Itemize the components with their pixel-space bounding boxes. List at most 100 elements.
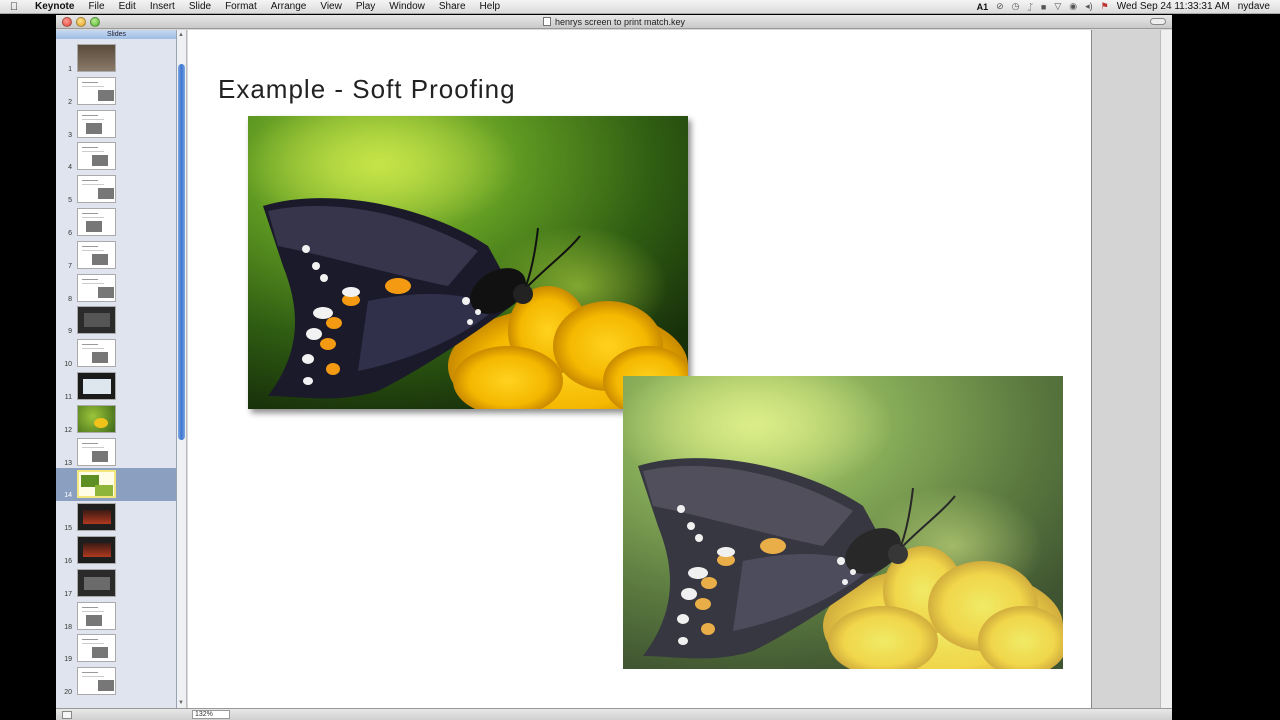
slide-number: 17 [64, 590, 72, 598]
menu-help[interactable]: Help [473, 0, 508, 14]
navigator-header[interactable]: Slides [56, 30, 176, 39]
slide-thumbnail[interactable] [77, 175, 116, 204]
slide-thumbnail[interactable] [77, 339, 116, 368]
slide-thumbnail[interactable] [77, 634, 116, 663]
slide-thumbnail[interactable] [77, 503, 116, 532]
slide-thumbnail-row[interactable]: 14 [56, 468, 176, 502]
slide-navigator: Slides 1 2 3 4 5 6 7 8 9 10 11 12 13 14 15 16 17 18 19 20 [56, 30, 177, 720]
slide-number: 5 [68, 197, 72, 205]
navigator-scrollbar[interactable]: ▲ ▼ [177, 30, 187, 720]
time-machine-icon[interactable]: ◷ [1012, 1, 1020, 12]
scroll-down-icon[interactable]: ▼ [178, 700, 184, 706]
menu-file[interactable]: File [81, 0, 111, 14]
slide-thumbnail[interactable] [77, 667, 116, 696]
navigator-scroll-thumb[interactable] [178, 64, 185, 440]
butterfly-photo-soft-proof[interactable] [623, 376, 1063, 669]
slide-thumbnail-row[interactable]: 20 [56, 665, 176, 698]
slide-thumbnail[interactable] [77, 437, 116, 466]
slide-thumbnail[interactable] [77, 208, 116, 236]
clock[interactable]: Wed Sep 24 11:33:31 AM [1117, 1, 1230, 12]
slide-thumbnail-row[interactable]: 6 [56, 206, 176, 239]
slide-thumbnail[interactable] [77, 536, 116, 564]
scroll-up-icon[interactable]: ▲ [178, 32, 184, 38]
slide-thumbnail[interactable] [77, 44, 116, 72]
slide-thumbnail[interactable] [77, 273, 116, 302]
lock-icon[interactable]: ■ [1041, 2, 1046, 12]
flag-icon[interactable]: ⚑ [1101, 1, 1109, 12]
butterfly-photo-original[interactable] [248, 116, 688, 409]
slide-thumbnail-row[interactable]: 19 [56, 632, 176, 665]
menu-keynote[interactable]: Keynote [28, 0, 81, 14]
slide-number: 18 [64, 623, 72, 631]
menu-arrange[interactable]: Arrange [264, 0, 314, 14]
slide-thumbnail-row[interactable]: 1 [56, 42, 176, 75]
slide-thumbnail-row[interactable]: 8 [56, 272, 176, 305]
bluetooth-icon[interactable]: ᛢ [1027, 2, 1032, 12]
slide-title[interactable]: Example - Soft Proofing [218, 74, 516, 105]
menu-insert[interactable]: Insert [143, 0, 182, 14]
slide-thumbnail-row[interactable]: 4 [56, 140, 176, 173]
canvas-scrollbar[interactable] [1160, 30, 1172, 708]
status-badge: 1 [983, 1, 989, 12]
slide-number: 7 [68, 262, 72, 270]
menu-view[interactable]: View [313, 0, 349, 14]
slide-thumbnail[interactable] [77, 109, 116, 138]
slide-thumbnail-row[interactable]: 10 [56, 337, 176, 370]
slide-thumbnail-row[interactable]: 11 [56, 370, 176, 403]
slide-thumbnail-row[interactable]: 13 [56, 436, 176, 469]
slide-number: 4 [68, 164, 72, 172]
slide-thumbnail[interactable] [77, 142, 116, 171]
adobe-icon[interactable]: A1 [977, 2, 989, 12]
slide-thumbnail-row[interactable]: 2 [56, 75, 176, 108]
view-options-button[interactable] [62, 711, 72, 719]
slide-thumbnail-row[interactable]: 15 [56, 501, 176, 534]
document-icon [542, 17, 551, 26]
user-name[interactable]: nydave [1238, 1, 1270, 12]
toolbar-toggle-button[interactable] [1150, 18, 1166, 25]
menu-share[interactable]: Share [432, 0, 473, 14]
slide-canvas[interactable]: Example - Soft Proofing [188, 30, 1172, 708]
slide-number: 6 [68, 230, 72, 237]
window-title-text: henrys screen to print match.key [554, 17, 686, 27]
battery-icon[interactable]: ◉ [1069, 1, 1077, 12]
menu-window[interactable]: Window [382, 0, 432, 14]
status-area: A1 ⊘ ◷ ᛢ ■ ▽ ◉ ◂) ⚑ Wed Sep 24 11:33:31 … [977, 1, 1280, 12]
slide-thumbnail-row[interactable]: 16 [56, 534, 176, 567]
menu-slide[interactable]: Slide [182, 0, 218, 14]
slide-thumbnail[interactable] [77, 76, 116, 105]
zoom-select[interactable]: 132% [192, 710, 230, 719]
slide-thumbnail-row[interactable]: 5 [56, 173, 176, 206]
navigator-footer [56, 708, 188, 720]
slide-thumbnail-row[interactable]: 3 [56, 108, 176, 141]
slide[interactable]: Example - Soft Proofing [188, 30, 1092, 708]
slide-number: 11 [64, 394, 72, 401]
butterfly-image [248, 116, 688, 409]
slide-number: 19 [64, 656, 72, 664]
slide-thumbnail-row[interactable]: 12 [56, 403, 176, 436]
volume-icon[interactable]: ◂) [1085, 1, 1093, 12]
slide-thumbnail-row[interactable]: 7 [56, 239, 176, 272]
slide-number: 12 [64, 426, 72, 434]
slide-thumbnail-row[interactable]: 18 [56, 600, 176, 633]
slide-thumbnail-row[interactable]: 17 [56, 567, 176, 600]
slide-thumbnail[interactable] [77, 404, 116, 433]
slide-thumbnail[interactable] [77, 240, 116, 269]
slide-thumbnail[interactable] [77, 568, 116, 597]
slide-thumbnail-row[interactable]: 9 [56, 304, 176, 337]
menu-format[interactable]: Format [218, 0, 264, 14]
butterfly-image-proof [623, 376, 1063, 669]
slide-thumbnail[interactable] [77, 306, 116, 335]
menu-edit[interactable]: Edit [112, 0, 143, 14]
apple-menu-icon[interactable]:  [0, 1, 28, 13]
block-icon[interactable]: ⊘ [996, 1, 1004, 12]
slide-number: 3 [68, 131, 72, 139]
slide-number: 13 [64, 459, 72, 467]
menu-play[interactable]: Play [349, 0, 382, 14]
slide-thumbnail[interactable] [77, 372, 116, 400]
wifi-icon[interactable]: ▽ [1054, 1, 1061, 12]
slide-number: 1 [68, 66, 72, 73]
slide-number: 10 [64, 361, 72, 369]
slide-thumbnail[interactable] [77, 601, 116, 630]
slide-number: 20 [64, 689, 72, 697]
status-bar: 132% [188, 708, 1172, 720]
